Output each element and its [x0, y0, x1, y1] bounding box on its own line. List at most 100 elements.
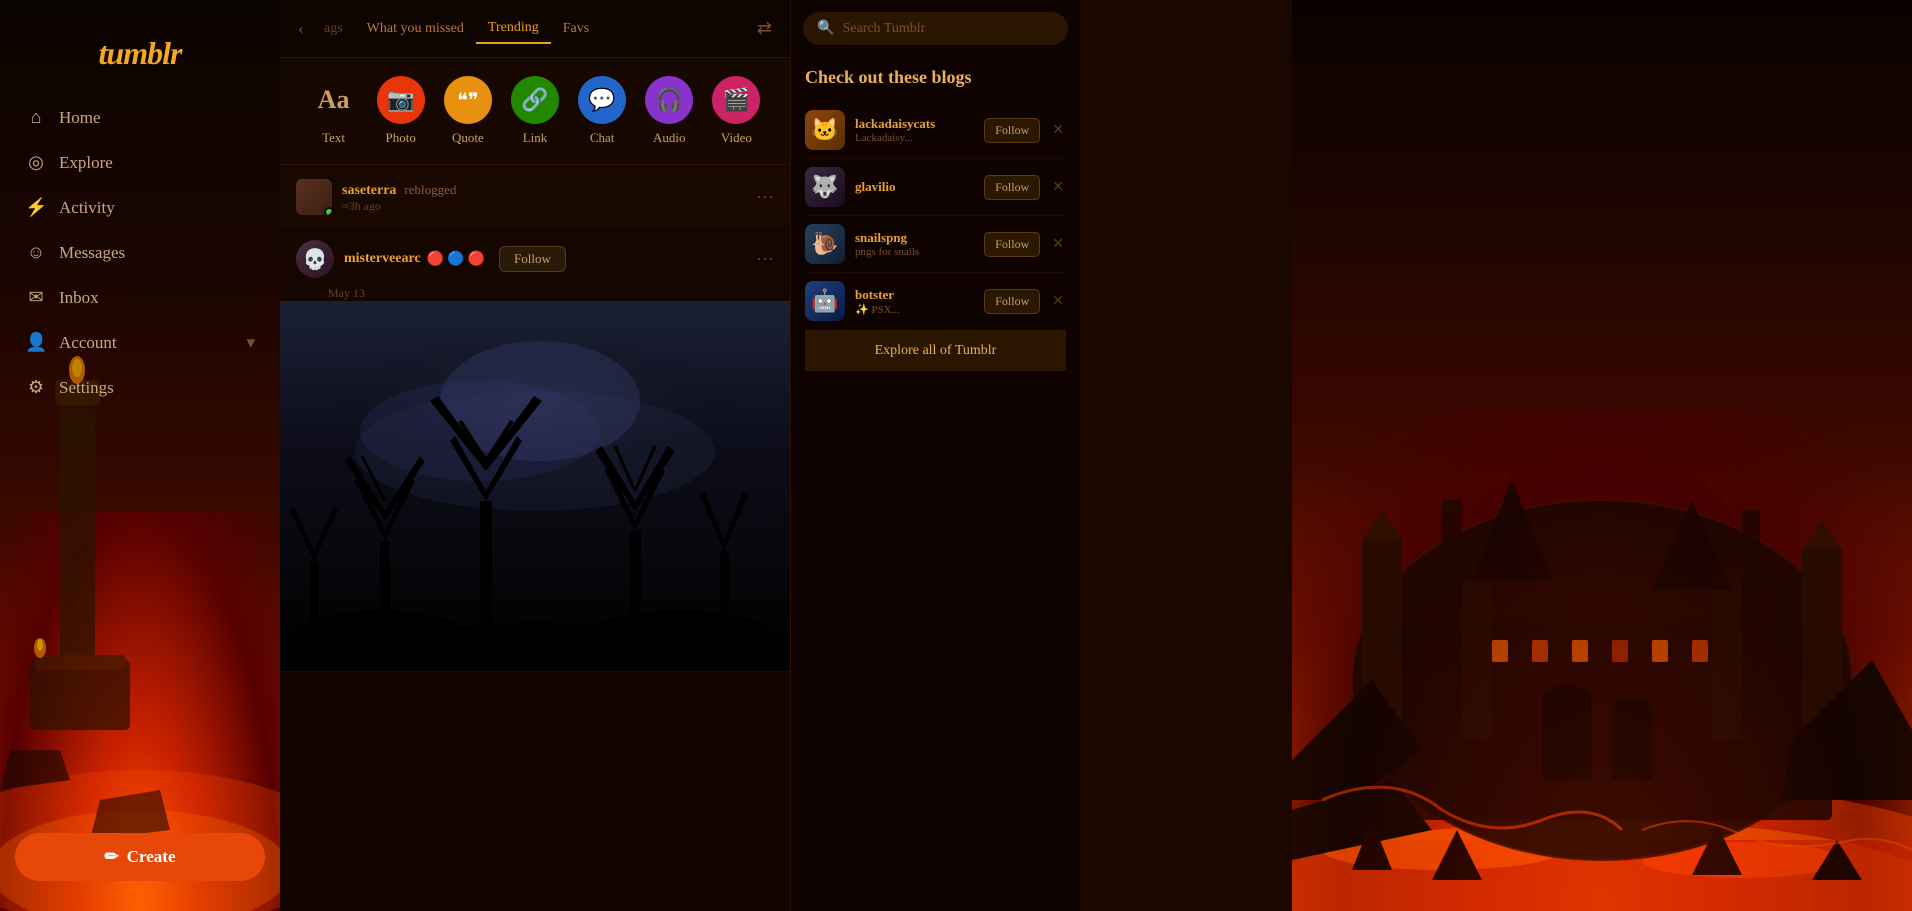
avatar: 💀	[296, 240, 334, 278]
blog-item: 🤖 botster ✨ PSX... Follow ✕	[805, 273, 1066, 330]
post-time: ≈3h ago	[342, 199, 456, 214]
tab-what-you-missed[interactable]: What you missed	[355, 15, 476, 43]
sidebar-item-messages[interactable]: ☺ Messages	[10, 232, 270, 273]
audio-icon: 🎧	[645, 76, 693, 124]
check-blogs-section: Check out these blogs 🐱 lackadaisycats L…	[791, 57, 1080, 911]
online-indicator	[324, 207, 332, 215]
text-label: Text	[322, 130, 345, 146]
post-item-2: 💀 misterveearc 🔴 🔵 🔴 Follow	[280, 226, 790, 672]
post-tool-photo[interactable]: 📷 Photo	[377, 76, 425, 146]
sidebar-item-settings[interactable]: ⚙ Settings	[10, 367, 270, 408]
quote-icon: ❝❞	[444, 76, 492, 124]
link-label: Link	[523, 130, 548, 146]
posts-area: saseterra reblogged ≈3h ago ··· 💀 mister…	[280, 165, 790, 911]
post-user-info: saseterra reblogged ≈3h ago	[296, 179, 456, 215]
right-sidebar: 🔍 Check out these blogs 🐱 lackadaisycats…	[790, 0, 1080, 911]
post-item: saseterra reblogged ≈3h ago ···	[280, 165, 790, 226]
blog-info: glavilio	[855, 179, 974, 195]
activity-icon: ⚡	[25, 197, 47, 218]
post2-badges: 🔴 🔵 🔴	[427, 251, 485, 268]
explore-icon: ◎	[25, 152, 47, 173]
sidebar: tumblr ⌂ Home ◎ Explore ⚡ Activity ☺ Mes…	[0, 0, 280, 911]
post-tool-quote[interactable]: ❝❞ Quote	[444, 76, 492, 146]
photo-label: Photo	[386, 130, 416, 146]
photo-icon: 📷	[377, 76, 425, 124]
sidebar-item-home[interactable]: ⌂ Home	[10, 97, 270, 138]
post-tool-chat[interactable]: 💬 Chat	[578, 76, 626, 146]
blog-info: snailspng pngs for snails	[855, 230, 974, 258]
post2-header: 💀 misterveearc 🔴 🔵 🔴 Follow	[280, 226, 790, 286]
sidebar-item-activity[interactable]: ⚡ Activity	[10, 187, 270, 228]
post-tool-link[interactable]: 🔗 Link	[511, 76, 559, 146]
settings-icon: ⚙	[25, 377, 47, 398]
dismiss-button[interactable]: ✕	[1050, 122, 1066, 139]
sidebar-item-explore[interactable]: ◎ Explore	[10, 142, 270, 183]
post-header: saseterra reblogged ≈3h ago ···	[280, 165, 790, 225]
account-left: 👤 Account	[25, 332, 117, 353]
post-action: reblogged	[404, 182, 456, 197]
blog-info: lackadaisycats Lackadaisy...	[855, 116, 974, 144]
sidebar-item-inbox[interactable]: ✉ Inbox	[10, 277, 270, 318]
sidebar-item-activity-label: Activity	[59, 198, 115, 218]
link-icon: 🔗	[511, 76, 559, 124]
tab-favs[interactable]: Favs	[551, 15, 601, 43]
chat-icon: 💬	[578, 76, 626, 124]
blog-name[interactable]: glavilio	[855, 179, 974, 195]
post-tool-audio[interactable]: 🎧 Audio	[645, 76, 693, 146]
badge-2: 🔵	[447, 251, 464, 268]
create-button[interactable]: ✏ Create	[15, 833, 265, 881]
blog-desc: Lackadaisy...	[855, 132, 974, 144]
audio-label: Audio	[653, 130, 686, 146]
tab-trending[interactable]: Trending	[476, 14, 551, 44]
post-illustration	[280, 301, 790, 671]
nav-back-arrow[interactable]: ‹	[290, 18, 312, 39]
blog-item: 🐺 glavilio Follow ✕	[805, 159, 1066, 216]
search-icon: 🔍	[817, 20, 834, 37]
sidebar-item-messages-label: Messages	[59, 243, 125, 263]
follow-button[interactable]: Follow	[984, 232, 1040, 257]
feed-tabs: ags What you missed Trending Favs	[312, 14, 749, 44]
sidebar-item-account[interactable]: 👤 Account ▾	[10, 322, 270, 363]
sidebar-item-inbox-label: Inbox	[59, 288, 99, 308]
dismiss-button[interactable]: ✕	[1050, 179, 1066, 196]
blog-item: 🐱 lackadaisycats Lackadaisy... Follow ✕	[805, 102, 1066, 159]
dismiss-button[interactable]: ✕	[1050, 293, 1066, 310]
blog-name[interactable]: botster	[855, 287, 974, 303]
inbox-icon: ✉	[25, 287, 47, 308]
text-icon: Aa	[310, 76, 358, 124]
post-username[interactable]: saseterra	[342, 183, 396, 198]
post-tool-text[interactable]: Aa Text	[310, 76, 358, 146]
video-icon: 🎬	[712, 76, 760, 124]
chat-label: Chat	[590, 130, 615, 146]
follow-button[interactable]: Follow	[984, 175, 1040, 200]
home-icon: ⌂	[25, 107, 47, 128]
follow-button[interactable]: Follow	[984, 118, 1040, 143]
post-tool-video[interactable]: 🎬 Video	[712, 76, 760, 146]
top-navigation: ‹ ags What you missed Trending Favs ⇄	[280, 0, 790, 58]
create-label: Create	[127, 847, 176, 867]
follow-button[interactable]: Follow	[499, 246, 566, 272]
search-input[interactable]	[842, 21, 1054, 37]
post-toolbar: Aa Text 📷 Photo ❝❞ Quote 🔗 Link 💬 Chat 🎧…	[280, 58, 790, 165]
post2-username[interactable]: misterveearc	[344, 251, 421, 267]
dismiss-button[interactable]: ✕	[1050, 236, 1066, 253]
post2-more-button[interactable]: ···	[756, 249, 774, 270]
avatar	[296, 179, 332, 215]
follow-button[interactable]: Follow	[984, 289, 1040, 314]
blog-name[interactable]: lackadaisycats	[855, 116, 974, 132]
quote-label: Quote	[452, 130, 484, 146]
explore-all-button[interactable]: Explore all of Tumblr	[805, 330, 1066, 371]
tab-tags-partial[interactable]: ags	[312, 15, 355, 43]
sidebar-item-account-label: Account	[59, 333, 117, 353]
badge-3: 🔴	[468, 251, 485, 268]
sidebar-item-home-label: Home	[59, 108, 101, 128]
logo: tumblr	[0, 20, 280, 97]
blog-desc: pngs for snails	[855, 246, 974, 258]
blog-info: botster ✨ PSX...	[855, 287, 974, 316]
nav-list: ⌂ Home ◎ Explore ⚡ Activity ☺ Messages ✉…	[0, 97, 280, 813]
feed-settings-icon[interactable]: ⇄	[749, 18, 780, 39]
avatar: 🐌	[805, 224, 845, 264]
post2-user-row: 💀 misterveearc 🔴 🔵 🔴 Follow	[296, 240, 566, 278]
blog-name[interactable]: snailspng	[855, 230, 974, 246]
post-more-button[interactable]: ···	[756, 187, 774, 208]
